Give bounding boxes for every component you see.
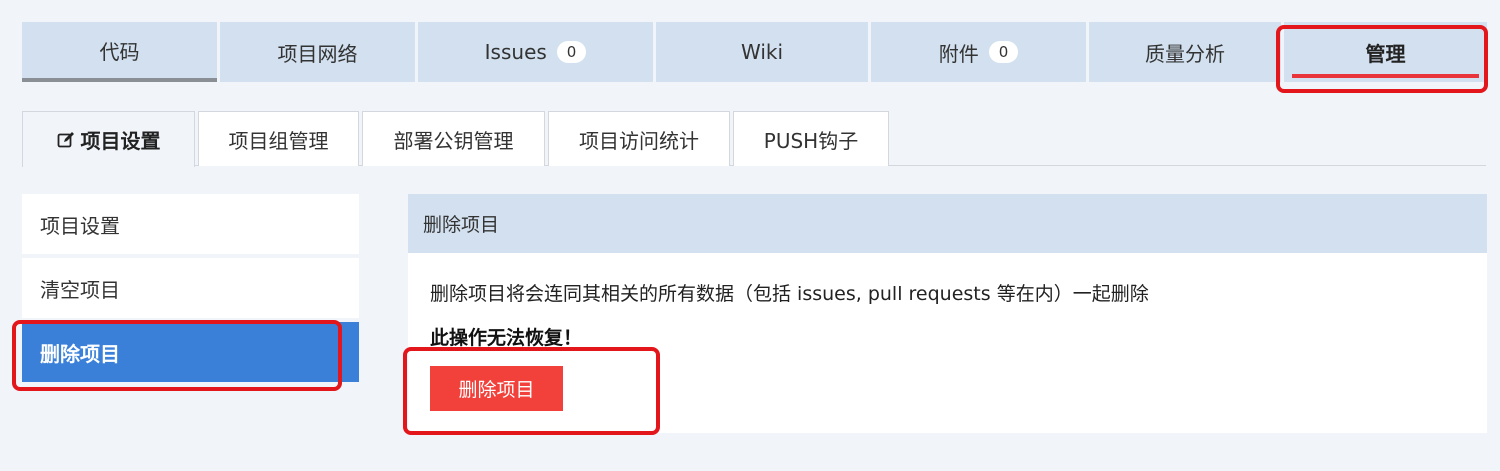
tab-code[interactable]: 代码 [22,22,217,82]
subtab-access-stats[interactable]: 项目访问统计 [548,111,730,166]
tab-attachments[interactable]: 附件 0 [871,22,1086,82]
tab-label: 项目网络 [277,41,358,66]
irreversible-warning: 此操作无法恢复！ [430,327,583,349]
side-item-delete-project[interactable]: 删除项目 [22,322,359,382]
tab-network[interactable]: 项目网络 [220,22,415,82]
subtab-deploy-keys[interactable]: 部署公钥管理 [362,111,545,166]
tab-label: 管理 [1365,41,1406,66]
tab-manage[interactable]: 管理 [1284,22,1487,82]
tab-label: 质量分析 [1145,41,1225,66]
issues-count-badge: 0 [556,41,587,63]
page: 代码 项目网络 Issues 0 Wiki 附件 0 质量分析 管理 项目设置 … [0,0,1500,471]
tab-label: Wiki [740,40,784,64]
side-item-label: 项目设置 [40,213,120,238]
tab-quality-analysis[interactable]: 质量分析 [1089,22,1281,82]
delete-description: 删除项目将会连同其相关的所有数据（包括 issues, pull request… [430,283,1149,305]
tab-label: 代码 [99,39,140,64]
subtab-label: PUSH钩子 [763,128,859,153]
tab-label: Issues [484,40,547,64]
side-item-clear-project[interactable]: 清空项目 [22,258,359,318]
subtab-group-management[interactable]: 项目组管理 [198,111,359,166]
attachments-count-badge: 0 [988,41,1019,63]
tab-wiki[interactable]: Wiki [656,22,868,82]
panel-title: 删除项目 [423,214,500,236]
side-item-project-settings[interactable]: 项目设置 [22,194,359,254]
subtab-label: 项目组管理 [228,128,329,153]
delete-project-panel: 删除项目 删除项目将会连同其相关的所有数据（包括 issues, pull re… [408,194,1487,433]
tab-issues[interactable]: Issues 0 [418,22,653,82]
active-tab-indicator [1292,74,1479,78]
subtab-label: 项目访问统计 [579,128,699,153]
subtab-label: 项目设置 [80,129,161,153]
side-item-label: 清空项目 [40,277,120,302]
subtab-label: 部署公钥管理 [393,128,514,153]
delete-project-button[interactable]: 删除项目 [430,366,563,411]
subtab-project-settings[interactable]: 项目设置 [22,111,195,167]
subtab-push-hooks[interactable]: PUSH钩子 [733,111,889,166]
panel-header: 删除项目 [408,194,1487,253]
side-item-label: 删除项目 [40,341,120,366]
tab-label: 附件 [938,41,979,66]
edit-icon [57,131,74,147]
